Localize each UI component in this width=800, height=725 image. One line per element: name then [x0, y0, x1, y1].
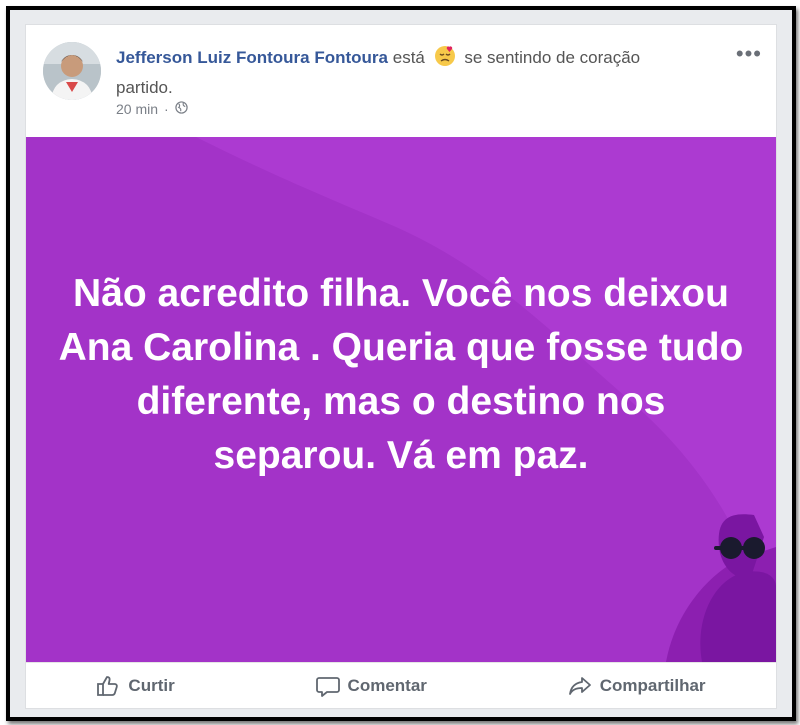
author-name[interactable]: Jefferson Luiz Fontoura Fontoura [116, 48, 388, 67]
comment-bubble-icon [315, 677, 340, 697]
share-arrow-icon [568, 677, 591, 695]
post-header: Jefferson Luiz Fontoura Fontoura está se… [116, 45, 676, 101]
post-actions-bar: Curtir Comentar Compartilhar [26, 662, 776, 709]
post-time[interactable]: 20 min [116, 101, 158, 117]
comment-label: Comentar [347, 676, 427, 695]
share-label: Compartilhar [599, 676, 706, 695]
comment-button[interactable]: Comentar [315, 675, 427, 697]
meta-separator: · [164, 101, 169, 117]
avatar-photo [43, 42, 101, 100]
post-background: Não acredito filha. Você nos deixou Ana … [26, 137, 776, 662]
status-prefix: está [392, 48, 425, 67]
share-button[interactable]: Compartilhar [568, 675, 706, 697]
facebook-post: Jefferson Luiz Fontoura Fontoura está se… [25, 24, 777, 709]
more-options-icon[interactable]: ••• [736, 41, 762, 67]
globe-icon[interactable] [175, 101, 188, 117]
post-meta: 20 min · [116, 101, 188, 117]
heartbroken-emoji-icon [434, 45, 456, 75]
avatar[interactable] [43, 42, 101, 100]
thumbs-up-icon [97, 676, 119, 696]
post-text: Não acredito filha. Você nos deixou Ana … [58, 272, 744, 477]
like-button[interactable]: Curtir [96, 675, 175, 697]
like-label: Curtir [128, 676, 175, 695]
screenshot-frame: Jefferson Luiz Fontoura Fontoura está se… [6, 6, 796, 721]
